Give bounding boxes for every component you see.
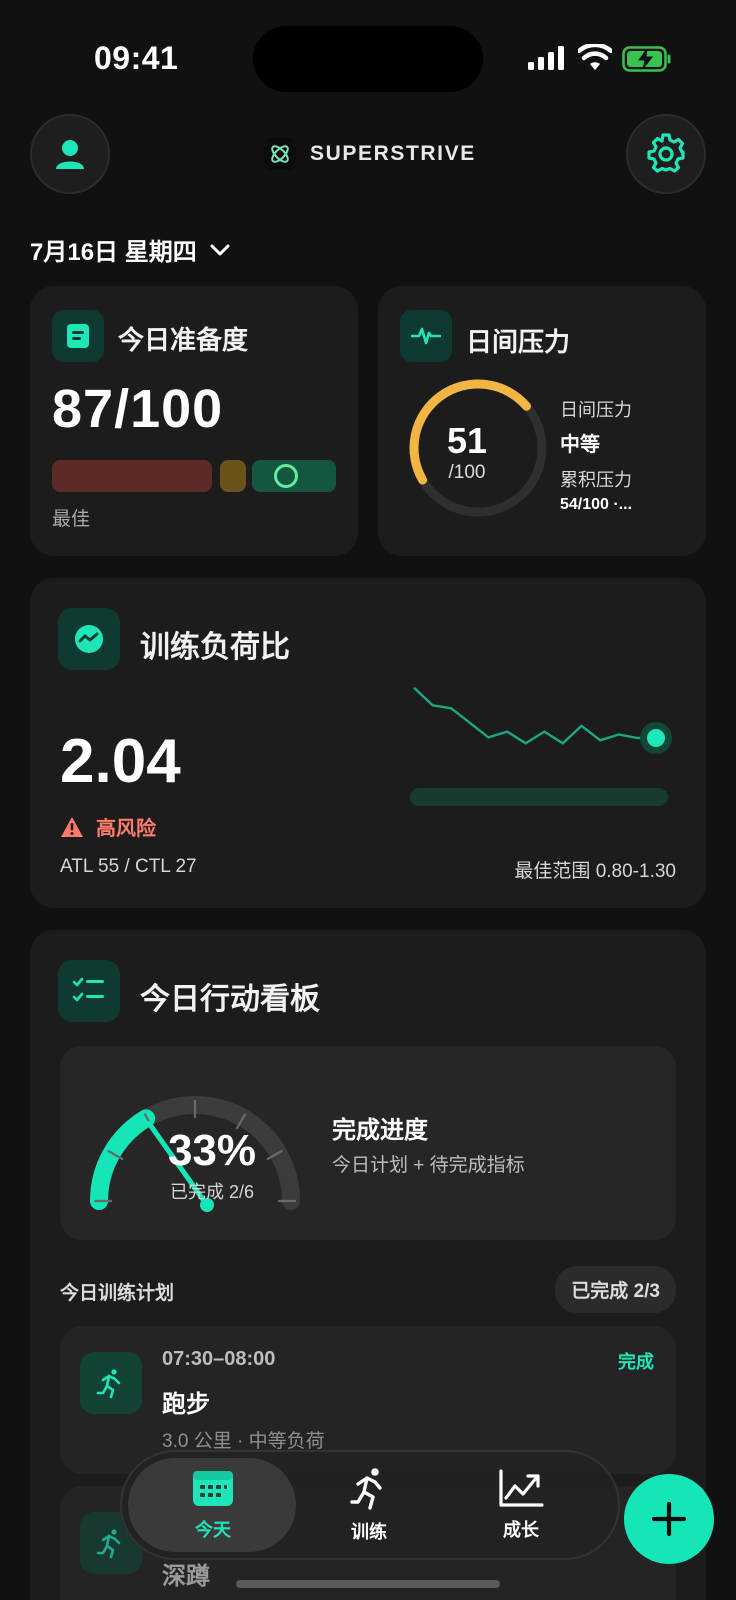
ratio-title: 训练负荷比 [140, 631, 290, 664]
readiness-bar-low [52, 460, 212, 492]
tab-growth[interactable]: 成长 [446, 1452, 596, 1558]
plus-icon [651, 1501, 687, 1537]
clipboard-icon [52, 310, 104, 362]
completion-count: 已完成 2/6 [169, 1182, 255, 1202]
date-selector[interactable]: 7月16日 星期四 [30, 232, 231, 267]
wifi-icon [578, 44, 612, 70]
cellular-signal-icon [528, 46, 564, 70]
running-icon [350, 1468, 382, 1510]
checklist-icon [58, 960, 120, 1022]
battery-charging-icon [622, 46, 671, 72]
tab-bar: 今天 训练 成长 [120, 1450, 620, 1560]
plan-badge: 已完成 2/3 [555, 1266, 676, 1313]
task-time: 07:30–08:00 [162, 1348, 276, 1370]
completion-percent: 33% [167, 1126, 257, 1175]
stress-daily-label: 日间压力 [560, 400, 632, 420]
atl-ctl: ATL 55 / CTL 27 [60, 856, 197, 877]
brand: SUPERSTRIVE [264, 138, 476, 170]
running-icon [80, 1352, 142, 1414]
stress-value: 51 [446, 420, 488, 461]
tab-growth-label: 成长 [503, 1520, 539, 1540]
brand-logo-icon [264, 138, 296, 170]
task-name: 跑步 [162, 1391, 210, 1418]
stress-title: 日间压力 [466, 327, 571, 357]
completion-progress-panel: 33% 已完成 2/6 完成进度 今日计划 + 待完成指标 [60, 1046, 676, 1240]
progress-title: 完成进度 [332, 1117, 428, 1144]
stress-daily-level: 中等 [560, 434, 600, 456]
dynamic-island [253, 26, 483, 92]
training-load-ratio-card[interactable]: 训练负荷比 2.04 高风险 ATL 55 / CTL 27 最佳范围 0.80… [30, 578, 706, 908]
date-label: 7月16日 星期四 [30, 239, 197, 266]
risk-label: 高风险 [96, 818, 156, 840]
add-button[interactable] [624, 1474, 714, 1564]
stress-max: /100 [448, 462, 486, 483]
task-name: 深蹲 [162, 1563, 210, 1590]
progress-subtitle: 今日计划 + 待完成指标 [332, 1155, 525, 1176]
readiness-indicator [274, 464, 298, 488]
readiness-title: 今日准备度 [118, 325, 249, 355]
home-indicator [236, 1580, 500, 1588]
chevron-down-icon [210, 244, 230, 255]
ratio-sparkline [410, 686, 672, 806]
plan-title: 今日训练计划 [60, 1283, 175, 1304]
tab-today-label: 今天 [195, 1520, 231, 1540]
settings-button[interactable] [626, 114, 706, 194]
ratio-value: 2.04 [60, 727, 181, 796]
trend-icon [58, 608, 120, 670]
brand-name: SUPERSTRIVE [310, 142, 476, 165]
tab-training-label: 训练 [351, 1522, 387, 1542]
profile-button[interactable] [30, 114, 110, 194]
stress-cumulative-label: 累积压力 [560, 470, 632, 490]
status-time: 09:41 [94, 40, 179, 76]
tab-today[interactable]: 今天 [138, 1452, 288, 1558]
readiness-card[interactable]: 今日准备度 87/100 最佳 [30, 286, 358, 556]
risk-indicator: 高风险 [60, 812, 156, 841]
optimal-range: 最佳范围 0.80-1.30 [514, 861, 676, 882]
calendar-icon [193, 1471, 233, 1506]
board-title: 今日行动看板 [140, 983, 320, 1016]
tab-training[interactable]: 训练 [294, 1452, 444, 1558]
readiness-score: 87/100 [52, 379, 224, 439]
warning-icon [61, 816, 83, 837]
task-detail: 3.0 公里 · 中等负荷 [162, 1431, 325, 1452]
readiness-level: 最佳 [52, 509, 91, 530]
readiness-bar-mid [220, 460, 246, 492]
daily-stress-card[interactable]: 日间压力 51 /100 日间压力 中等 累积压力 54/100 ·... [378, 286, 706, 556]
heartbeat-icon [400, 310, 452, 362]
task-status: 完成 [618, 1352, 654, 1372]
stress-cumulative-value: 54/100 ·... [560, 496, 633, 513]
growth-chart-icon [499, 1469, 544, 1507]
gear-icon [647, 133, 685, 173]
user-icon [56, 140, 84, 169]
